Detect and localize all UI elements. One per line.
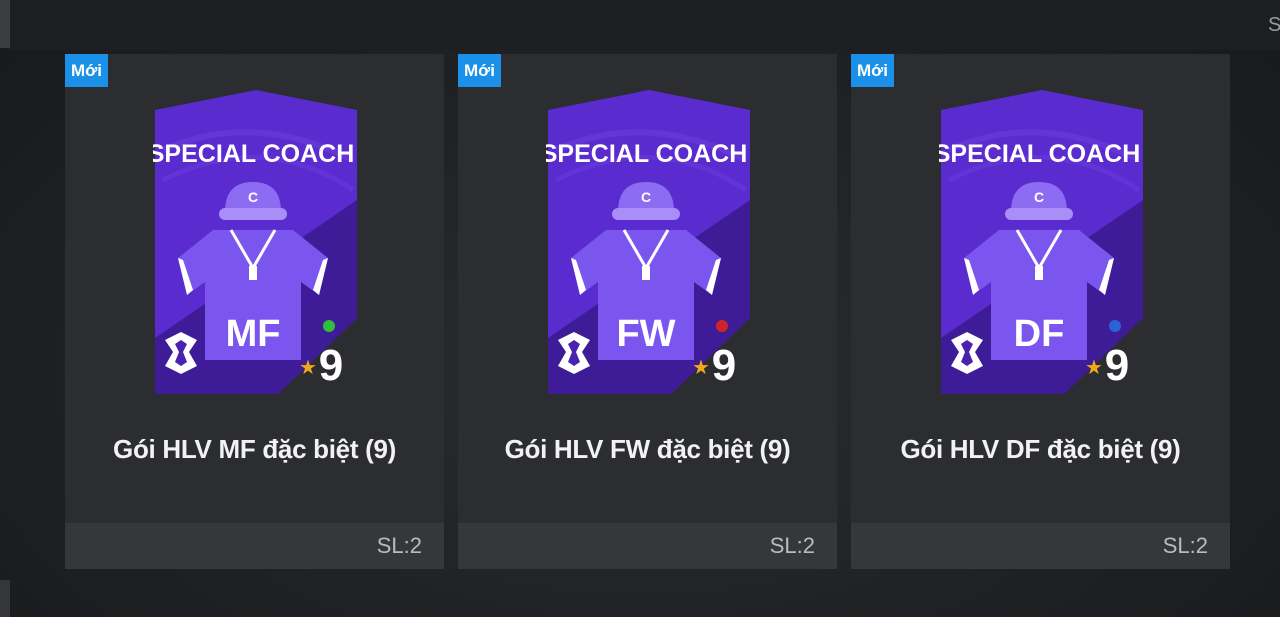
quantity-bar: SL:2 [851,523,1230,569]
pack-card-image: SPECIAL COACH C FW ★ 9 [546,90,750,394]
pack-card-fw[interactable]: Mới SPECIAL COACH C FW ★ 9 Gói HLV FW đặ… [458,54,837,569]
level-number: 9 [319,341,343,390]
pack-art: SPECIAL COACH C FW ★ 9 [546,90,750,394]
star-icon: ★ [299,355,317,379]
position-dot [323,320,335,332]
pack-card-df[interactable]: Mới SPECIAL COACH C DF ★ 9 Gói HLV DF đặ… [851,54,1230,569]
new-badge: Mới [65,54,108,87]
position-label: MF [226,313,281,355]
new-badge: Mới [458,54,501,87]
quantity-bar: SL:2 [458,523,837,569]
quantity-bar: SL:2 [65,523,444,569]
svg-text:C: C [1034,189,1044,205]
quantity-text: SL:2 [769,533,815,558]
star-icon: ★ [692,355,710,379]
pack-card-image: SPECIAL COACH C DF ★ 9 [939,90,1143,394]
position-label: FW [616,313,675,355]
quantity-text: SL:2 [1162,533,1208,558]
position-dot [716,320,728,332]
pack-art: SPECIAL COACH C MF ★ 9 [153,90,357,394]
pack-card-mf[interactable]: Mới SPECIAL COACH C MF ★ 9 Gói HLV MF đặ… [65,54,444,569]
position-label: DF [1014,313,1065,355]
level-number: 9 [1105,341,1129,390]
quantity-text: SL:2 [376,533,422,558]
top-band [10,0,1280,50]
pack-card-image: SPECIAL COACH C MF ★ 9 [153,90,357,394]
pack-title: SPECIAL COACH [939,140,1140,168]
level-number: 9 [712,341,736,390]
svg-text:C: C [641,189,651,205]
pack-name: Gói HLV MF đặc biệt (9) [113,434,396,464]
pack-title: SPECIAL COACH [153,140,354,168]
pack-name: Gói HLV DF đặc biệt (9) [900,434,1181,464]
left-edge-panel [0,0,10,48]
position-dot [1109,320,1121,332]
pack-name: Gói HLV FW đặc biệt (9) [504,434,791,464]
new-badge: Mới [851,54,894,87]
left-edge-panel-lower [0,580,10,617]
svg-text:C: C [248,189,258,205]
pack-title: SPECIAL COACH [546,140,747,168]
corner-text: S [1268,14,1280,36]
star-icon: ★ [1085,355,1103,379]
pack-art: SPECIAL COACH C DF ★ 9 [939,90,1143,394]
